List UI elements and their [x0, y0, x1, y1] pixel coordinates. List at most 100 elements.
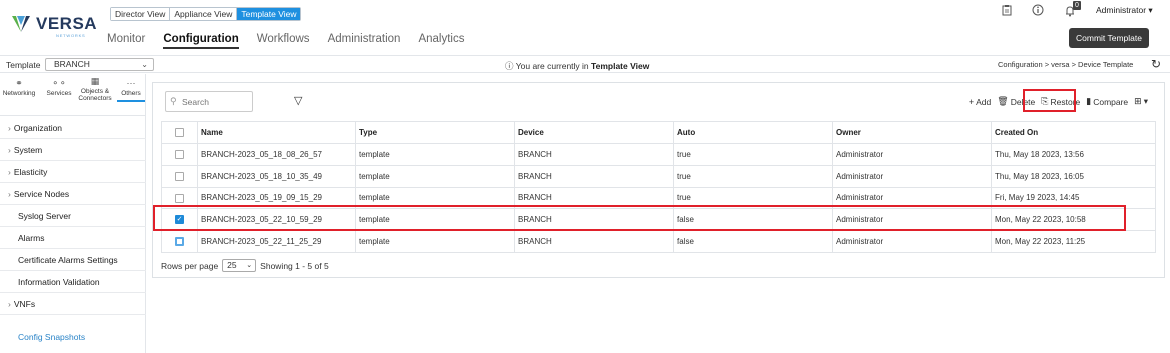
row-checkbox[interactable] — [175, 150, 184, 160]
nav-workflows[interactable]: Workflows — [257, 33, 310, 49]
cell-name: BRANCH-2023_05_18_08_26_57 — [197, 143, 356, 166]
compare-label: Compare — [1093, 96, 1129, 107]
row-select-cell — [161, 164, 198, 188]
column-chooser-button[interactable]: ⊞ ▾ — [1134, 96, 1148, 107]
sidebar-item-certificate-alarms[interactable]: Certificate Alarms Settings — [0, 249, 146, 271]
cell-owner: Administrator — [832, 164, 992, 188]
search-input[interactable] — [182, 95, 250, 109]
table-row[interactable]: BRANCH-2023_05_18_10_35_49 template BRAN… — [161, 164, 1156, 188]
template-view-button[interactable]: Template View — [237, 8, 301, 20]
filter-icon[interactable]: ▽ — [294, 94, 302, 107]
director-view-button[interactable]: Director View — [111, 8, 171, 20]
col-owner[interactable]: Owner — [832, 121, 992, 144]
cell-name: BRANCH-2023_05_18_10_35_49 — [197, 164, 356, 188]
view-toggle: Director View Appliance View Template Vi… — [110, 7, 302, 21]
showing-range: Showing 1 - 5 of 5 — [260, 260, 329, 271]
tab-networking[interactable]: ⚭ Networking — [2, 78, 36, 98]
sidebar-item-vnfs[interactable]: › VNFs — [0, 293, 146, 315]
nav-administration[interactable]: Administration — [328, 33, 401, 49]
plus-icon: + — [968, 96, 975, 107]
search-box[interactable]: ⚲ — [165, 91, 253, 112]
versa-logo[interactable]: VERSA NETWORKS — [10, 10, 97, 40]
sidebar-item-label: VNFs — [13, 299, 36, 309]
template-bar: Template BRANCH ⌄ ⓘ You are currently in… — [0, 55, 1170, 73]
sidebar: ⚭ Networking ⚬⚬ Services ▦ Objects & Con… — [0, 74, 146, 353]
sidebar-item-label: Elasticity — [13, 167, 48, 177]
add-button[interactable]: + Add — [969, 96, 991, 107]
appliance-view-button[interactable]: Appliance View — [170, 8, 238, 20]
cell-auto: true — [673, 143, 833, 166]
user-menu[interactable]: Administrator ▾ — [1096, 5, 1153, 16]
chevron-right-icon: › — [8, 189, 11, 199]
select-all-checkbox[interactable] — [175, 128, 184, 138]
col-device[interactable]: Device — [514, 121, 674, 144]
sidebar-item-alarms[interactable]: Alarms — [0, 227, 146, 249]
row-select-cell — [161, 230, 198, 253]
row-checkbox[interactable] — [175, 237, 184, 247]
chevron-right-icon: › — [8, 299, 11, 309]
sidebar-item-service-nodes[interactable]: › Service Nodes — [0, 183, 146, 205]
restore-highlight-box — [1023, 89, 1076, 112]
chevron-right-icon: › — [8, 145, 11, 155]
cell-owner: Administrator — [832, 230, 992, 253]
top-header: VERSA NETWORKS Director View Appliance V… — [0, 0, 1170, 52]
tab-networking-label: Networking — [2, 90, 36, 97]
sidebar-item-label: Organization — [13, 123, 63, 133]
nav-analytics[interactable]: Analytics — [418, 33, 464, 49]
add-label: Add — [976, 96, 992, 107]
compare-icon: ▮ — [1086, 96, 1092, 106]
sidebar-item-label: Certificate Alarms Settings — [18, 255, 118, 265]
chevron-down-icon: ⌄ — [246, 262, 253, 269]
sidebar-item-information-validation[interactable]: Information Validation — [0, 271, 146, 293]
tab-services[interactable]: ⚬⚬ Services — [44, 78, 74, 98]
col-created-on[interactable]: Created On — [991, 121, 1156, 144]
sidebar-item-organization[interactable]: › Organization — [0, 117, 146, 139]
col-auto[interactable]: Auto — [673, 121, 833, 144]
network-icon: ⚭ — [15, 78, 23, 88]
chevron-right-icon: › — [8, 123, 11, 133]
rows-per-page-value: 25 — [227, 260, 237, 270]
row-checkbox[interactable] — [175, 171, 184, 181]
table-row[interactable]: BRANCH-2023_05_22_11_25_29 template BRAN… — [161, 230, 1156, 253]
notification-badge: 0 — [1073, 1, 1081, 10]
tab-others[interactable]: ··· Others — [117, 78, 145, 102]
nav-monitor[interactable]: Monitor — [107, 33, 145, 49]
nav-configuration[interactable]: Configuration — [163, 33, 239, 49]
columns-icon: ⊞ — [1134, 96, 1142, 106]
sidebar-item-label: Syslog Server — [18, 211, 71, 221]
info-icon[interactable] — [1032, 4, 1044, 16]
cell-type: template — [355, 143, 515, 166]
refresh-icon[interactable]: ↻ — [1151, 57, 1161, 71]
cell-owner: Administrator — [832, 143, 992, 166]
breadcrumb[interactable]: Configuration > versa > Device Template — [998, 60, 1133, 69]
cell-created: Mon, May 22 2023, 11:25 — [991, 230, 1156, 253]
sidebar-item-elasticity[interactable]: › Elasticity — [0, 161, 146, 183]
rows-per-page-select[interactable]: 25 ⌄ — [222, 259, 257, 272]
col-type[interactable]: Type — [355, 121, 515, 144]
config-snapshots-link[interactable]: Config Snapshots — [18, 332, 85, 342]
row-checkbox[interactable] — [175, 193, 184, 203]
cell-auto: true — [673, 164, 833, 188]
chevron-down-icon: ⌄ — [141, 60, 148, 69]
sidebar-item-syslog-server[interactable]: Syslog Server — [0, 205, 146, 227]
col-name[interactable]: Name — [197, 121, 356, 144]
tab-others-label: Others — [121, 90, 141, 97]
table-row[interactable]: BRANCH-2023_05_18_08_26_57 template BRAN… — [161, 143, 1156, 166]
sidebar-item-label: Information Validation — [18, 277, 100, 287]
cell-name: BRANCH-2023_05_22_11_25_29 — [197, 230, 356, 253]
clipboard-icon[interactable] — [1001, 4, 1013, 16]
services-icon: ⚬⚬ — [51, 78, 67, 88]
cell-created: Thu, May 18 2023, 16:05 — [991, 164, 1156, 188]
tab-objects-connectors[interactable]: ▦ Objects & Connectors — [76, 77, 114, 103]
pagination: Rows per page 25 ⌄ Showing 1 - 5 of 5 — [161, 259, 329, 272]
cell-auto: false — [673, 230, 833, 253]
commit-template-button[interactable]: Commit Template — [1069, 28, 1149, 48]
cell-created: Thu, May 18 2023, 13:56 — [991, 143, 1156, 166]
more-icon: ··· — [126, 78, 136, 88]
template-select[interactable]: BRANCH ⌄ — [45, 58, 154, 71]
sidebar-item-system[interactable]: › System — [0, 139, 146, 161]
chevron-right-icon: › — [8, 167, 11, 177]
search-icon: ⚲ — [170, 96, 177, 106]
tab-objects-label: Objects & Connectors — [78, 88, 112, 102]
compare-button[interactable]: ▮ Compare — [1086, 96, 1128, 107]
